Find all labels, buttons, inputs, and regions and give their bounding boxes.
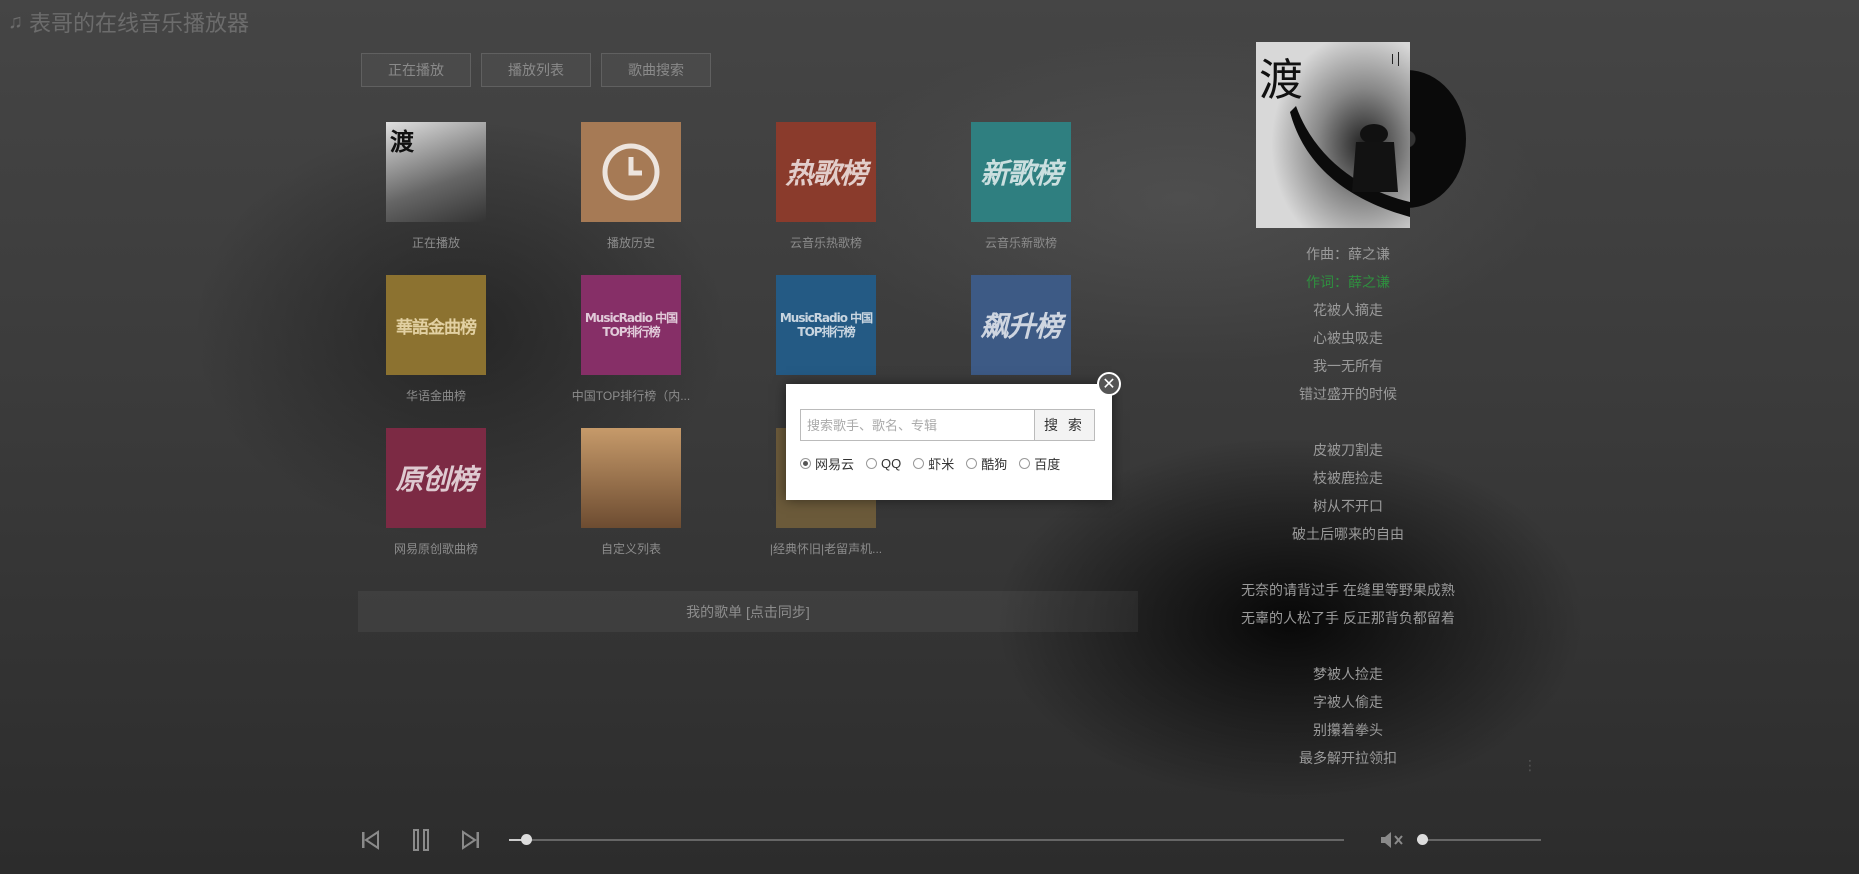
- next-icon[interactable]: [458, 826, 484, 854]
- prev-icon[interactable]: [357, 826, 383, 854]
- more-icon[interactable]: ⋮: [1523, 757, 1537, 774]
- playlist-label: 自定义列表: [600, 542, 661, 556]
- tab-playlist[interactable]: 播放列表: [481, 53, 591, 87]
- volume-handle[interactable]: [1417, 834, 1428, 845]
- search-input[interactable]: [800, 409, 1035, 441]
- playlist-cover[interactable]: 飙升榜: [971, 275, 1071, 375]
- source-label: 虾米: [928, 457, 955, 472]
- playlist-cover[interactable]: 渡: [386, 122, 486, 222]
- playlist-card-now-playing[interactable]: 渡正在播放: [361, 122, 511, 251]
- lyric-line: 作曲：薛之谦: [1306, 246, 1390, 262]
- playlist-cover[interactable]: [581, 428, 681, 528]
- lyric-line: 别攥着拳头: [1313, 722, 1383, 738]
- album-title-glyph: 渡: [1259, 55, 1303, 106]
- radio-button[interactable]: [966, 458, 978, 469]
- radio-button[interactable]: [866, 458, 878, 469]
- playlist-label: 播放历史: [606, 236, 655, 250]
- close-dialog-button[interactable]: ✕: [1097, 372, 1121, 396]
- source-label: QQ: [881, 456, 902, 471]
- lyric-line: 树从不开口: [1313, 498, 1383, 514]
- close-icon: ✕: [1102, 376, 1116, 393]
- player-bar: [357, 826, 1542, 854]
- app-title-text: 表哥的在线音乐播放器: [29, 11, 250, 36]
- volume-slider[interactable]: [1417, 834, 1541, 845]
- source-label: 网易云: [815, 457, 855, 472]
- playlist-label: 中国TOP排行榜（内...: [571, 389, 691, 403]
- playlist-cover[interactable]: 热歌榜: [776, 122, 876, 222]
- source-label: 百度: [1034, 457, 1061, 472]
- radio-button[interactable]: [913, 458, 925, 469]
- source-option[interactable]: 百度: [1019, 454, 1060, 473]
- search-button[interactable]: 搜 索: [1035, 409, 1095, 441]
- playlist-cover[interactable]: [581, 122, 681, 222]
- source-radio-group: 网易云 QQ 虾米 酷狗 百度: [800, 454, 1060, 473]
- progress-bar[interactable]: [509, 834, 1344, 845]
- search-dialog: 搜 索 网易云 QQ 虾米 酷狗 百度: [786, 384, 1112, 500]
- playlist-cover-text: 華語金曲榜: [396, 317, 477, 338]
- tab-song-search[interactable]: 歌曲搜索: [601, 53, 711, 87]
- lyric-line: 无奈的请背过手 在缝里等野果成熟: [1241, 582, 1455, 598]
- playlist-cover[interactable]: 原创榜: [386, 428, 486, 528]
- tab-now-playing[interactable]: 正在播放: [361, 53, 471, 87]
- playlist-label: 云音乐新歌榜: [984, 236, 1057, 250]
- lyrics-panel: 作曲：薛之谦 作词：薛之谦 花被人摘走心被虫吸走我一无所有错过盛开的时候 皮被刀割走枝…: [1228, 240, 1468, 772]
- playlist-cover-text: 新歌榜: [980, 157, 1062, 190]
- app-title: ♫ 表哥的在线音乐播放器: [8, 6, 249, 38]
- playlist-card-golden-chart[interactable]: 華語金曲榜华语金曲榜: [361, 275, 511, 404]
- sync-playlist-button[interactable]: 我的歌单 [点击同步]: [358, 591, 1138, 632]
- playlist-cover-text: 热歌榜: [785, 157, 867, 190]
- lyric-line: 梦被人捡走: [1313, 666, 1383, 682]
- radio-button[interactable]: [800, 458, 811, 469]
- playlist-cover[interactable]: MusicRadio 中国TOP排行榜: [581, 275, 681, 375]
- lyric-line: 破土后哪来的自由: [1292, 526, 1404, 542]
- playlist-label: 网易原创歌曲榜: [393, 542, 478, 556]
- mute-icon[interactable]: [1379, 826, 1405, 854]
- playlist-card-china-top-chart-2[interactable]: MusicRadio 中国TOP排行榜: [751, 275, 901, 387]
- lyric-line: 我一无所有: [1313, 358, 1383, 374]
- source-option[interactable]: 网易云: [800, 454, 854, 473]
- lyric-line: [1228, 408, 1468, 436]
- playlist-cover[interactable]: 華語金曲榜: [386, 275, 486, 375]
- playlist-label: 正在播放: [411, 236, 460, 250]
- lyric-line: [1228, 632, 1468, 660]
- source-label: 酷狗: [981, 457, 1008, 472]
- playlist-card-new-chart[interactable]: 新歌榜 云音乐新歌榜: [946, 122, 1096, 251]
- playlist-card-play-history[interactable]: 播放历史: [556, 122, 706, 251]
- lyric-line: 最多解开拉领扣: [1299, 750, 1397, 766]
- playlist-label: 云音乐热歌榜: [789, 236, 862, 250]
- playlist-cover-text: 原创榜: [395, 463, 477, 496]
- lyric-line: 作词：薛之谦: [1306, 274, 1390, 290]
- music-note-icon: ♫: [8, 10, 23, 33]
- lyric-line: 皮被刀割走: [1313, 442, 1383, 458]
- lyric-line: 花被人摘走: [1313, 302, 1383, 318]
- playlist-cover-text: MusicRadio 中国TOP排行榜: [779, 311, 873, 339]
- playlist-cover-text: MusicRadio 中国TOP排行榜: [584, 311, 678, 339]
- playlist-cover[interactable]: MusicRadio 中国TOP排行榜: [776, 275, 876, 375]
- radio-button[interactable]: [1019, 458, 1031, 469]
- playlist-card-china-top-chart[interactable]: MusicRadio 中国TOP排行榜中国TOP排行榜（内...: [556, 275, 706, 404]
- playlist-label: 华语金曲榜: [405, 389, 466, 403]
- playlist-card-soaring-chart[interactable]: 飙升榜: [946, 275, 1096, 387]
- album-cover[interactable]: 渡: [1256, 42, 1410, 228]
- progress-handle[interactable]: [520, 834, 532, 845]
- pause-icon[interactable]: [408, 826, 434, 854]
- playlist-card-custom-list[interactable]: 自定义列表: [556, 428, 706, 557]
- playlist-card-hot-chart[interactable]: 热歌榜 云音乐热歌榜: [751, 122, 901, 251]
- playlist-label: |经典怀旧|老留声机...: [769, 542, 883, 556]
- playlist-cover-text: 飙升榜: [980, 310, 1062, 343]
- source-option[interactable]: 酷狗: [966, 454, 1007, 473]
- tab-bar: 正在播放 播放列表 歌曲搜索: [361, 53, 711, 87]
- playlist-card-original-chart[interactable]: 原创榜网易原创歌曲榜: [361, 428, 511, 557]
- clock-icon: [602, 143, 660, 201]
- lyric-line: 枝被鹿捡走: [1313, 470, 1383, 486]
- source-option[interactable]: QQ: [866, 454, 901, 473]
- lyric-line: 无辜的人松了手 反正那背负都留着: [1241, 610, 1455, 626]
- playlist-cover-text: 渡: [390, 128, 414, 156]
- lyric-line: 错过盛开的时候: [1299, 386, 1397, 402]
- lyric-line: [1228, 548, 1468, 576]
- lyric-line: 字被人偷走: [1313, 694, 1383, 710]
- source-option[interactable]: 虾米: [913, 454, 954, 473]
- playlist-cover[interactable]: 新歌榜: [971, 122, 1071, 222]
- lyric-line: 心被虫吸走: [1313, 330, 1383, 346]
